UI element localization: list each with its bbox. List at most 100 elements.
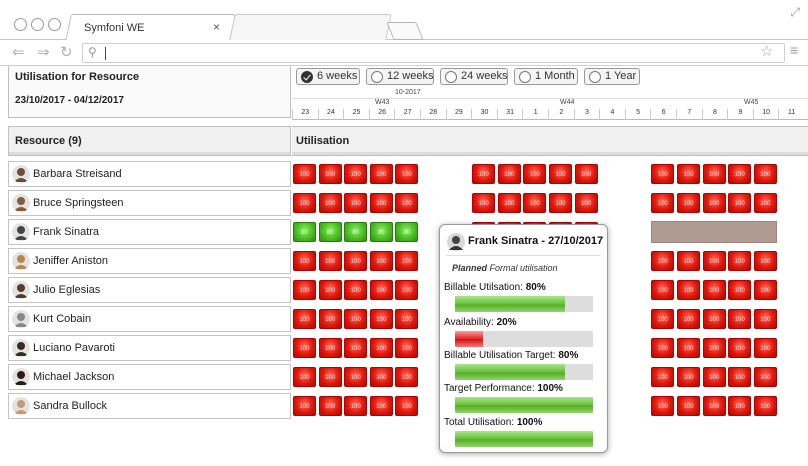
utilisation-cell[interactable]: 100 (369, 251, 393, 271)
utilisation-cell[interactable]: 100 (702, 280, 726, 300)
utilisation-cell[interactable]: 100 (344, 396, 368, 416)
utilisation-cell[interactable]: 100 (318, 280, 342, 300)
utilisation-cell[interactable]: 100 (677, 164, 700, 184)
utilisation-cell[interactable]: 100 (293, 251, 316, 271)
leave-block[interactable] (651, 221, 778, 243)
utilisation-cell[interactable]: 100 (293, 164, 316, 184)
hamburger-menu-icon[interactable]: ≡ (790, 42, 798, 58)
range-12-weeks-button[interactable]: 12 weeks (366, 68, 434, 85)
utilisation-cell[interactable]: 80 (293, 222, 316, 242)
utilisation-cell[interactable]: 100 (293, 280, 316, 300)
utilisation-cell[interactable]: 100 (369, 193, 393, 213)
utilisation-cell[interactable]: 100 (369, 164, 393, 184)
utilisation-cell[interactable]: 100 (574, 164, 598, 184)
utilisation-cell[interactable]: 100 (651, 338, 675, 358)
utilisation-cell[interactable]: 100 (677, 280, 700, 300)
range-6-weeks-button[interactable]: 6 weeks (296, 68, 360, 85)
utilisation-cell[interactable]: 100 (677, 309, 700, 329)
resource-row[interactable]: Luciano Pavaroti (8, 335, 291, 361)
forward-arrow-icon[interactable]: ⇒ (37, 43, 50, 61)
utilisation-cell[interactable]: 100 (395, 309, 419, 329)
utilisation-cell[interactable]: 100 (293, 396, 316, 416)
utilisation-cell[interactable]: 100 (549, 164, 572, 184)
utilisation-cell[interactable]: 100 (728, 338, 752, 358)
utilisation-cell[interactable]: 100 (753, 251, 777, 271)
utilisation-cell[interactable]: 100 (677, 367, 700, 387)
utilisation-cell[interactable]: 100 (728, 280, 752, 300)
utilisation-cell[interactable]: 100 (753, 309, 777, 329)
resource-row[interactable]: Barbara Streisand (8, 161, 291, 187)
utilisation-cell[interactable]: 100 (497, 164, 521, 184)
utilisation-cell[interactable]: 100 (318, 251, 342, 271)
utilisation-cell[interactable]: 100 (702, 396, 726, 416)
browser-tab-empty[interactable] (229, 14, 392, 41)
resource-row[interactable]: Frank Sinatra (8, 219, 291, 245)
utilisation-cell[interactable]: 100 (293, 309, 316, 329)
utilisation-cell[interactable]: 100 (395, 251, 419, 271)
utilisation-cell[interactable]: 100 (753, 280, 777, 300)
utilisation-cell[interactable]: 100 (344, 367, 368, 387)
utilisation-cell[interactable]: 100 (318, 193, 342, 213)
window-minimize-dot[interactable] (31, 18, 44, 31)
browser-tab-title[interactable]: Symfoni WE (84, 22, 145, 34)
utilisation-cell[interactable]: 100 (523, 193, 547, 213)
utilisation-cell[interactable]: 100 (651, 367, 675, 387)
utilisation-cell[interactable]: 100 (651, 309, 675, 329)
utilisation-cell[interactable]: 100 (728, 193, 752, 213)
utilisation-cell[interactable]: 100 (369, 338, 393, 358)
utilisation-cell[interactable]: 100 (318, 367, 342, 387)
utilisation-cell[interactable]: 100 (395, 367, 419, 387)
utilisation-cell[interactable]: 100 (293, 367, 316, 387)
utilisation-cell[interactable]: 100 (728, 309, 752, 329)
resource-column-header[interactable]: Resource (9) (8, 126, 291, 156)
window-zoom-dot[interactable] (48, 18, 61, 31)
utilisation-cell[interactable]: 100 (369, 309, 393, 329)
utilisation-cell[interactable]: 100 (702, 251, 726, 271)
utilisation-cell[interactable]: 100 (395, 193, 419, 213)
utilisation-cell[interactable]: 100 (344, 193, 368, 213)
utilisation-cell[interactable]: 100 (395, 396, 419, 416)
utilisation-cell[interactable]: 100 (472, 164, 496, 184)
resource-row[interactable]: Jeniffer Aniston (8, 248, 291, 274)
resource-row[interactable]: Bruce Springsteen (8, 190, 291, 216)
range-1-year-button[interactable]: 1 Year (584, 68, 640, 85)
utilisation-cell[interactable]: 100 (677, 193, 700, 213)
utilisation-cell[interactable]: 100 (728, 367, 752, 387)
utilisation-cell[interactable]: 80 (344, 222, 368, 242)
utilisation-cell[interactable]: 100 (395, 164, 419, 184)
utilisation-cell[interactable]: 100 (293, 338, 316, 358)
new-tab-button[interactable] (386, 22, 424, 40)
utilisation-cell[interactable]: 100 (728, 164, 752, 184)
utilisation-cell[interactable]: 100 (677, 251, 700, 271)
utilisation-cell[interactable]: 100 (753, 396, 777, 416)
utilisation-cell[interactable]: 100 (651, 396, 675, 416)
utilisation-cell[interactable]: 100 (395, 280, 419, 300)
url-input[interactable]: ⚲ (82, 43, 785, 63)
back-arrow-icon[interactable]: ⇐ (12, 43, 25, 61)
utilisation-cell[interactable]: 100 (651, 193, 675, 213)
fullscreen-icon[interactable]: ⤢ (790, 5, 800, 20)
resource-row[interactable]: Michael Jackson (8, 364, 291, 390)
utilisation-cell[interactable]: 100 (753, 338, 777, 358)
utilisation-cell[interactable]: 100 (702, 367, 726, 387)
utilisation-cell[interactable]: 100 (702, 164, 726, 184)
utilisation-cell[interactable]: 100 (549, 193, 572, 213)
utilisation-cell[interactable]: 100 (344, 338, 368, 358)
utilisation-cell[interactable]: 100 (753, 193, 777, 213)
utilisation-cell[interactable]: 100 (702, 309, 726, 329)
utilisation-cell[interactable]: 80 (395, 222, 419, 242)
utilisation-cell[interactable]: 100 (318, 164, 342, 184)
utilisation-cell[interactable]: 100 (677, 396, 700, 416)
utilisation-cell[interactable]: 100 (472, 193, 496, 213)
utilisation-cell[interactable]: 100 (369, 280, 393, 300)
tab-close-icon[interactable]: × (213, 20, 220, 34)
utilisation-cell[interactable]: 100 (293, 193, 316, 213)
utilisation-cell[interactable]: 100 (318, 396, 342, 416)
resource-row[interactable]: Kurt Cobain (8, 306, 291, 332)
utilisation-cell[interactable]: 100 (651, 280, 675, 300)
utilisation-cell[interactable]: 100 (651, 164, 675, 184)
resource-row[interactable]: Julio Eglesias (8, 277, 291, 303)
utilisation-cell[interactable]: 100 (344, 280, 368, 300)
utilisation-cell[interactable]: 100 (651, 251, 675, 271)
star-icon[interactable]: ☆ (760, 42, 773, 60)
